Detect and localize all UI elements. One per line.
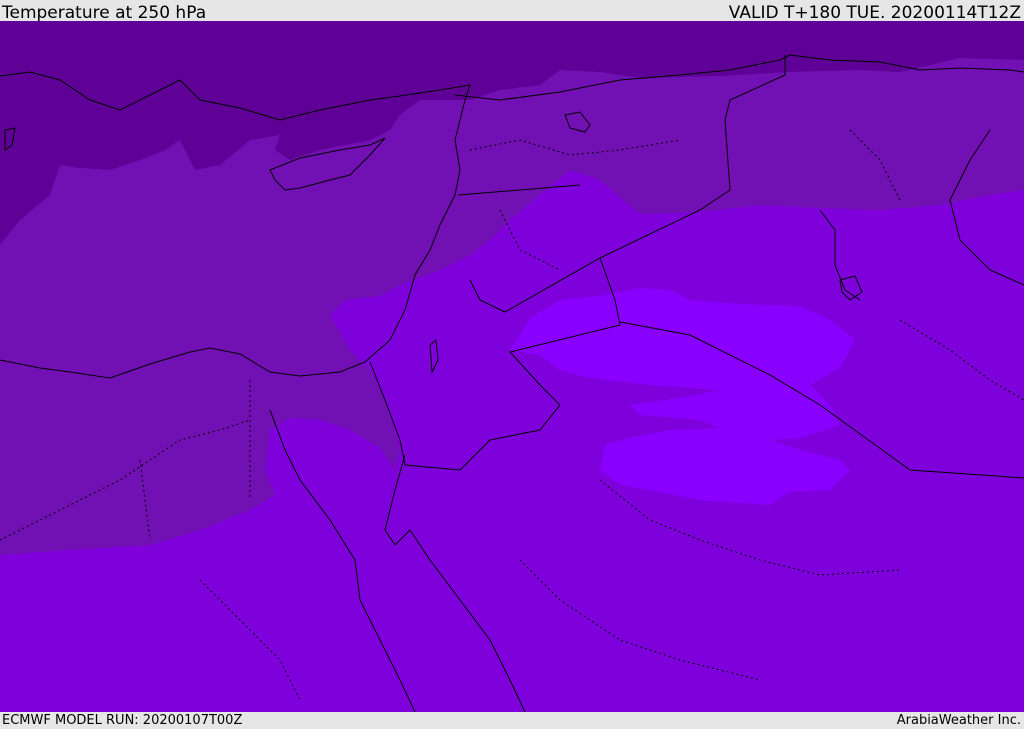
credit-label: ArabiaWeather Inc.: [896, 713, 1021, 728]
model-run-label: ECMWF MODEL RUN: 20200107T00Z: [2, 713, 243, 728]
map-title: Temperature at 250 hPa: [2, 3, 207, 23]
valid-time: VALID T+180 TUE. 20200114T12Z: [728, 3, 1021, 23]
temperature-map: [0, 21, 1024, 712]
